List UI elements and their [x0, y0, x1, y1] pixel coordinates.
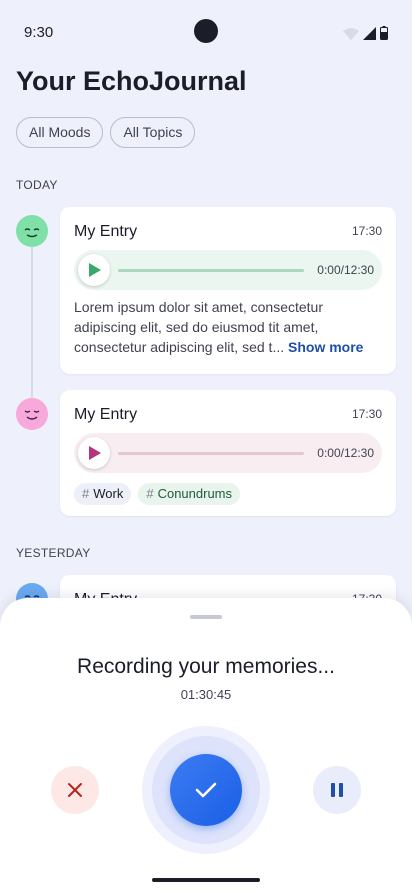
cancel-recording-button[interactable] — [51, 766, 99, 814]
show-more-link[interactable]: Show more — [288, 339, 363, 355]
entry-body-text: Lorem ipsum dolor sit amet, consectetur … — [74, 299, 323, 355]
entry-tags: # Work # Conundrums — [74, 483, 241, 505]
timeline-line — [31, 247, 33, 399]
home-indicator[interactable] — [152, 878, 260, 882]
filter-topics-chip[interactable]: All Topics — [110, 117, 196, 148]
confirm-recording-button[interactable] — [170, 754, 242, 826]
journal-entry-card[interactable]: My Entry 17:30 0:00/12:30 Lorem ipsum do… — [60, 207, 396, 374]
page-title: Your EchoJournal — [16, 66, 247, 96]
sheet-drag-handle[interactable] — [190, 615, 222, 619]
entry-text: Lorem ipsum dolor sit amet, consectetur … — [74, 297, 386, 357]
play-icon — [89, 263, 101, 277]
audio-player: 0:00/12:30 — [74, 250, 382, 290]
status-icons — [343, 26, 388, 40]
check-icon — [195, 782, 217, 798]
tag-hash: # — [82, 486, 90, 501]
recording-timer: 01:30:45 — [180, 687, 232, 702]
filter-bar: All Moods All Topics — [16, 117, 196, 148]
pause-recording-button[interactable] — [313, 766, 361, 814]
audio-duration: 0:00/12:30 — [317, 446, 374, 460]
confirm-button-ring — [152, 736, 260, 844]
section-yesterday-label: YESTERDAY — [16, 546, 91, 560]
play-icon — [89, 446, 101, 460]
play-button[interactable] — [78, 254, 110, 286]
confirm-button-halo — [142, 726, 270, 854]
status-bar: 9:30 — [0, 0, 412, 64]
filter-moods-chip[interactable]: All Moods — [16, 117, 104, 148]
audio-player: 0:00/12:30 — [74, 433, 382, 473]
entry-title: My Entry — [74, 223, 138, 240]
entry-time: 17:30 — [351, 224, 382, 238]
audio-progress-track[interactable] — [118, 269, 304, 272]
happy-mood-icon — [16, 398, 48, 430]
tag-conundrums[interactable]: # Conundrums — [138, 483, 241, 505]
tag-label: Conundrums — [157, 486, 233, 501]
journal-entry-card[interactable]: My Entry 17:30 0:00/12:30 # Work # Conundr… — [60, 390, 396, 516]
status-time: 9:30 — [24, 24, 54, 41]
close-icon — [68, 783, 82, 797]
wifi-icon — [343, 28, 359, 40]
tag-label: Work — [93, 486, 124, 501]
entry-time: 17:30 — [351, 407, 382, 421]
camera-cutout — [194, 19, 218, 43]
audio-duration: 0:00/12:30 — [317, 263, 374, 277]
pause-icon — [331, 783, 343, 797]
tag-work[interactable]: # Work — [74, 483, 132, 505]
tag-hash: # — [146, 486, 154, 501]
audio-progress-track[interactable] — [118, 452, 304, 455]
signal-icon — [363, 27, 376, 40]
section-today-label: TODAY — [16, 178, 58, 192]
battery-icon — [380, 26, 388, 40]
recording-sheet: Recording your memories... 01:30:45 — [0, 598, 412, 892]
recording-title: Recording your memories... — [77, 655, 335, 678]
entry-title: My Entry — [74, 406, 138, 423]
peaceful-mood-icon — [16, 215, 48, 247]
play-button[interactable] — [78, 437, 110, 469]
